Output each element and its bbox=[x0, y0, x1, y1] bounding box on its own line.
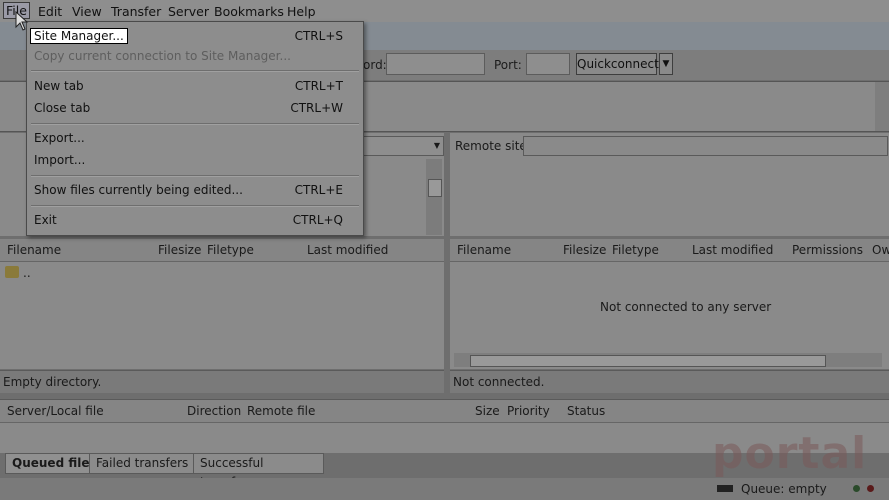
menu-item-import[interactable]: Import... bbox=[34, 150, 343, 170]
queue-status: Queue: empty bbox=[741, 482, 827, 496]
tab-failed-transfers[interactable]: Failed transfers bbox=[89, 453, 196, 474]
watermark-logo: portal bbox=[712, 428, 868, 479]
local-list-header: Filename Filesize Filetype Last modified bbox=[0, 239, 444, 262]
menu-item-new-tab[interactable]: New tab CTRL+T bbox=[34, 76, 343, 96]
col-filetype[interactable]: Filetype bbox=[207, 243, 254, 257]
password-input[interactable] bbox=[386, 53, 485, 75]
tab-successful-transfers[interactable]: Successful transfers bbox=[193, 453, 324, 489]
not-connected-message: Not connected to any server bbox=[600, 300, 772, 314]
folder-icon bbox=[5, 266, 19, 278]
quickconnect-dropdown-icon[interactable]: ▼ bbox=[659, 53, 673, 75]
col-direction[interactable]: Direction bbox=[187, 404, 241, 418]
keyboard-icon bbox=[717, 485, 733, 492]
col-filetype[interactable]: Filetype bbox=[612, 243, 659, 257]
remote-site-label: Remote site: bbox=[455, 139, 531, 153]
menu-item-label: Site Manager... bbox=[30, 28, 128, 44]
queue-header: Server/Local file Direction Remote file … bbox=[0, 400, 889, 423]
remote-site-tree: Remote site: bbox=[450, 133, 889, 236]
menu-view[interactable]: View bbox=[72, 4, 102, 19]
local-file-list: Filename Filesize Filetype Last modified… bbox=[0, 239, 444, 369]
local-site-combo[interactable]: ▼ bbox=[362, 136, 444, 156]
menu-edit[interactable]: Edit bbox=[38, 4, 62, 19]
menu-item-label: Import... bbox=[34, 153, 86, 167]
col-priority[interactable]: Priority bbox=[507, 404, 550, 418]
menu-bar: File Edit View Transfer Server Bookmarks… bbox=[0, 0, 889, 22]
port-input[interactable] bbox=[526, 53, 570, 75]
menu-item-show-edited-files[interactable]: Show files currently being edited... CTR… bbox=[34, 180, 343, 200]
password-label: ord: bbox=[363, 58, 387, 72]
menu-item-export[interactable]: Export... bbox=[34, 128, 343, 148]
mouse-cursor-icon bbox=[15, 11, 29, 31]
status-bar: Queue: empty bbox=[0, 478, 889, 500]
menu-separator bbox=[31, 123, 359, 125]
log-scrollbar[interactable] bbox=[875, 82, 889, 131]
remote-hscrollbar[interactable] bbox=[454, 353, 882, 367]
col-size[interactable]: Size bbox=[475, 404, 500, 418]
menu-item-shortcut: CTRL+Q bbox=[292, 213, 343, 227]
send-led-icon bbox=[867, 485, 874, 492]
remote-file-list: Filename Filesize Filetype Last modified… bbox=[450, 239, 889, 369]
col-filename[interactable]: Filename bbox=[7, 243, 61, 257]
remote-site-combo[interactable] bbox=[523, 136, 888, 156]
receive-led-icon bbox=[853, 485, 860, 492]
col-filename[interactable]: Filename bbox=[457, 243, 511, 257]
local-tree-scrollbar[interactable] bbox=[426, 159, 442, 235]
menu-transfer[interactable]: Transfer bbox=[111, 4, 161, 19]
col-filesize[interactable]: Filesize bbox=[563, 243, 606, 257]
menu-help[interactable]: Help bbox=[287, 4, 316, 19]
scrollbar-thumb[interactable] bbox=[470, 355, 826, 367]
port-label: Port: bbox=[494, 58, 522, 72]
menu-item-label: Close tab bbox=[34, 101, 91, 115]
menu-item-copy-connection[interactable]: Copy current connection to Site Manager.… bbox=[34, 46, 343, 66]
col-owner[interactable]: Ow bbox=[872, 243, 889, 257]
menu-separator bbox=[31, 205, 359, 207]
menu-item-label: Exit bbox=[34, 213, 57, 227]
col-filesize[interactable]: Filesize bbox=[158, 243, 201, 257]
col-last-modified[interactable]: Last modified bbox=[307, 243, 388, 257]
parent-dir-item[interactable]: .. bbox=[23, 266, 31, 280]
scrollbar-thumb[interactable] bbox=[428, 179, 442, 197]
quickconnect-button[interactable]: Quickconnect bbox=[576, 53, 659, 75]
menu-item-label: Copy current connection to Site Manager.… bbox=[34, 49, 291, 63]
menu-bookmarks[interactable]: Bookmarks bbox=[214, 4, 284, 19]
menu-item-label: Export... bbox=[34, 131, 85, 145]
menu-item-shortcut: CTRL+T bbox=[294, 79, 343, 93]
menu-item-exit[interactable]: Exit CTRL+Q bbox=[34, 210, 343, 230]
remote-status: Not connected. bbox=[450, 370, 889, 393]
col-last-modified[interactable]: Last modified bbox=[692, 243, 773, 257]
combo-arrow-icon: ▼ bbox=[433, 141, 440, 150]
col-remote-file[interactable]: Remote file bbox=[247, 404, 315, 418]
menu-item-shortcut: CTRL+W bbox=[290, 101, 343, 115]
remote-list-header: Filename Filesize Filetype Last modified… bbox=[450, 239, 889, 262]
col-status[interactable]: Status bbox=[567, 404, 605, 418]
menu-item-close-tab[interactable]: Close tab CTRL+W bbox=[34, 98, 343, 118]
menu-server[interactable]: Server bbox=[168, 4, 209, 19]
col-server-local-file[interactable]: Server/Local file bbox=[7, 404, 104, 418]
file-menu-dropdown: Site Manager... CTRL+S Copy current conn… bbox=[26, 21, 364, 236]
menu-item-shortcut: CTRL+S bbox=[294, 29, 343, 43]
menu-separator bbox=[31, 70, 359, 72]
menu-item-shortcut: CTRL+E bbox=[294, 183, 343, 197]
menu-separator bbox=[31, 175, 359, 177]
col-permissions[interactable]: Permissions bbox=[792, 243, 863, 257]
menu-item-label: New tab bbox=[34, 79, 84, 93]
menu-item-label: Show files currently being edited... bbox=[34, 183, 243, 197]
menu-item-site-manager[interactable]: Site Manager... CTRL+S bbox=[30, 26, 343, 46]
local-status: Empty directory. bbox=[0, 370, 444, 393]
